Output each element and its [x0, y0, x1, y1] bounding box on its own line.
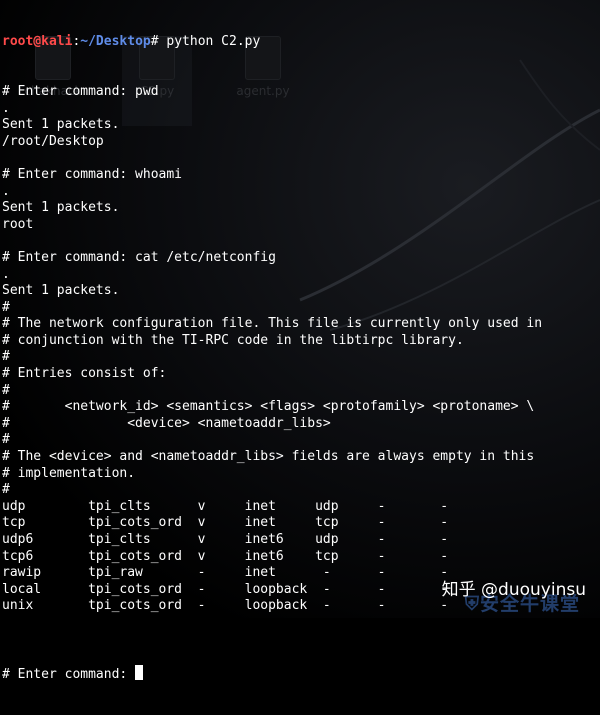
- output-line: # Enter command: pwd: [2, 83, 159, 99]
- output-line: .: [2, 183, 10, 199]
- output-line: udp tpi_clts v inet udp - -: [2, 498, 449, 514]
- prompt-user-host: root@kali: [2, 34, 73, 50]
- output-line: # Enter command: whoami: [2, 166, 183, 182]
- output-line: #: [2, 299, 10, 315]
- output-line: # conjunction with the TI-RPC code in th…: [2, 332, 464, 348]
- current-prompt: # Enter command:: [2, 666, 136, 682]
- output-line: # implementation.: [2, 465, 136, 481]
- output-line: #: [2, 349, 10, 365]
- output-line: #: [2, 432, 10, 448]
- output-line: udp6 tpi_clts v inet6 udp - -: [2, 532, 449, 547]
- output-line: unix tpi_cots_ord - loopback - - -: [2, 598, 449, 614]
- watermark-text: 知乎 @duouyinsu: [441, 580, 586, 600]
- current-prompt-line[interactable]: # Enter command:: [2, 664, 542, 682]
- output-line: # <device> <nametoaddr_libs>: [2, 415, 331, 431]
- output-line: #: [2, 482, 10, 498]
- output-line: /root/Desktop: [2, 133, 104, 149]
- terminal-window[interactable]: chakhack C2.py agent.py root@kali:~/Desk…: [0, 0, 600, 682]
- output-line: # The network configuration file. This f…: [2, 316, 543, 332]
- prompt-path: ~/Desktop: [80, 34, 151, 50]
- text-cursor: [135, 664, 144, 680]
- output-line: Sent 1 packets.: [2, 117, 120, 133]
- output-line: .: [2, 266, 10, 282]
- output-line: .: [2, 100, 10, 116]
- output-line: root: [2, 216, 34, 232]
- output-line: #: [2, 382, 10, 398]
- output-line: tcp tpi_cots_ord v inet tcp - -: [2, 515, 449, 531]
- output-line: tcp6 tpi_cots_ord v inet6 tcp - -: [2, 548, 449, 564]
- prompt-command: python C2.py: [166, 34, 261, 50]
- output-line: Sent 1 packets.: [2, 283, 120, 299]
- terminal-output: root@kali:~/Desktop# python C2.py # Ente…: [2, 1, 542, 715]
- output-line: # The <device> and <nametoaddr_libs> fie…: [2, 449, 535, 465]
- watermark: 知乎 @duouyinsu: [442, 575, 586, 600]
- prompt-suffix: #: [150, 34, 167, 50]
- output-line: # Entries consist of:: [2, 366, 167, 382]
- output-line: Sent 1 packets.: [2, 200, 120, 216]
- output-line: # Enter command: cat /etc/netconfig: [2, 249, 276, 265]
- shell-prompt-line: root@kali:~/Desktop# python C2.py: [2, 34, 542, 51]
- command-output: # Enter command: pwd. Sent 1 packets./roo…: [2, 84, 542, 632]
- output-line: # <network_id> <semantics> <flags> <prot…: [2, 399, 535, 415]
